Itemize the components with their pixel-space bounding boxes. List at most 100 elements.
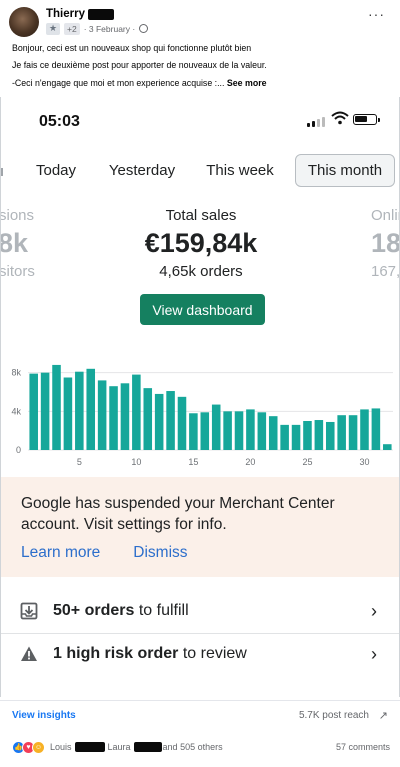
date-range-tabs: Today Yesterday This week This month (1, 154, 399, 188)
arrow-up-right-icon[interactable]: ↗ (379, 709, 388, 722)
chart-bar (223, 411, 232, 450)
reactor-2-name: Laura (107, 742, 131, 752)
signal-icon (307, 117, 325, 127)
chart-bar (200, 412, 210, 450)
chart-bar (268, 416, 278, 450)
y-tick-label: 4k (11, 406, 21, 416)
post-reach[interactable]: 5.7K post reach (299, 710, 369, 721)
chart-bar (257, 412, 267, 450)
post-text-line-3-content: -Ceci n'engage que moi et mon experience… (12, 78, 225, 88)
x-tick-label: 15 (188, 457, 198, 467)
chart-bar (154, 393, 164, 450)
shop-screenshot[interactable]: 05:03 Today Yesterday This week This mon… (0, 97, 400, 697)
author-name[interactable]: Thierry (46, 8, 85, 20)
orders-count: 4,65k orders (159, 263, 243, 280)
wifi-icon (331, 111, 349, 125)
right-kpi-label: Onlin (371, 207, 399, 224)
chart-bar (371, 408, 381, 450)
chart-bar (97, 380, 107, 450)
orders-to-fulfill-rest: to fulfill (134, 602, 189, 619)
y-tick-label: 0 (16, 445, 21, 455)
chart-bar (29, 373, 38, 450)
chart-bar (291, 424, 301, 450)
footer-divider (0, 700, 400, 701)
chart-bar (348, 415, 358, 450)
post-header: Thierry ★ +2 · 3 February · ··· (0, 0, 400, 40)
chart-bar (132, 374, 141, 450)
x-tick-label: 25 (302, 457, 312, 467)
chevron-right-icon: › (371, 643, 377, 664)
comments-count[interactable]: 57 comments (336, 742, 390, 752)
chart-bar (177, 396, 187, 450)
chart-bar (314, 420, 324, 450)
view-insights-link[interactable]: View insights (12, 710, 76, 721)
status-time: 05:03 (39, 113, 80, 130)
chart-bar (120, 383, 130, 450)
merchant-center-alert: Google has suspended your Merchant Cente… (1, 477, 399, 577)
chart-bar (63, 377, 73, 450)
sales-bar-chart: 0 4k 8k 5 10 15 20 25 30 (1, 359, 399, 471)
redacted-surname (74, 742, 105, 752)
reaction-others: and 505 others (162, 742, 223, 752)
chart-bar (360, 409, 369, 450)
total-sales-value: €159,84k (144, 228, 258, 258)
chart-bar (337, 415, 346, 450)
x-tick-label: 30 (359, 457, 369, 467)
high-risk-order-text: 1 high risk order to review (53, 645, 247, 663)
reactor-1-name: Louis (50, 742, 72, 752)
orders-to-fulfill-text: 50+ orders to fulfill (53, 602, 189, 620)
total-sales-label: Total sales (165, 207, 237, 224)
chart-bar (246, 409, 255, 450)
chart-bar (52, 364, 61, 450)
redacted-surname (133, 742, 162, 752)
care-reaction-icon: ☺ (32, 740, 45, 754)
alert-actions: Learn more Dismiss (21, 544, 188, 562)
more-options-icon[interactable]: ··· (368, 7, 385, 21)
tab-this-month[interactable]: This month (295, 154, 395, 187)
redacted-surname (88, 8, 114, 20)
high-risk-order-rest: to review (178, 645, 247, 662)
chart-svg: 0 4k 8k 5 10 15 20 25 30 (11, 364, 393, 467)
chevron-right-icon: › (371, 600, 377, 621)
reactions-summary[interactable]: 👍 ♥ ☺ Louis Laura and 505 others (12, 740, 223, 754)
chart-bar (109, 386, 118, 450)
see-more-link[interactable]: See more (227, 78, 267, 88)
tab-this-week[interactable]: This week (195, 154, 285, 187)
chart-bar (143, 388, 153, 450)
chart-bar (383, 444, 392, 450)
alert-message: Google has suspended your Merchant Cente… (21, 495, 335, 533)
post-text-line-3: -Ceci n'engage que moi et mon experience… (12, 78, 267, 88)
orders-to-fulfill-bold: 50+ orders (53, 602, 135, 619)
high-risk-order-row[interactable]: 1 high risk order to review › (1, 629, 399, 679)
post-text-line-1: Bonjour, ceci est un nouveaux shop qui f… (12, 43, 252, 53)
chart-bar (40, 372, 50, 450)
chart-bar (234, 411, 244, 450)
x-tick-label: 5 (77, 457, 82, 467)
audience-count[interactable]: +2 (64, 22, 80, 35)
dismiss-link[interactable]: Dismiss (133, 544, 187, 562)
author-avatar[interactable] (9, 7, 39, 37)
x-tick-label: 10 (131, 457, 141, 467)
view-dashboard-button[interactable]: View dashboard (140, 294, 265, 325)
chart-bar (325, 421, 335, 450)
tab-today[interactable]: Today (21, 154, 91, 187)
chart-bar (211, 404, 221, 450)
tab-yesterday[interactable]: Yesterday (98, 154, 186, 187)
tab-edge (1, 168, 3, 176)
fulfill-icon (20, 602, 38, 620)
globe-icon (139, 24, 149, 33)
right-kpi-sub: 167,4 (371, 263, 400, 280)
post-text-line-2: Je fais ce deuxième post pour apporter d… (12, 60, 267, 70)
high-risk-order-bold: 1 high risk order (53, 645, 179, 662)
learn-more-link[interactable]: Learn more (21, 544, 100, 562)
y-tick-label: 8k (11, 368, 21, 378)
chart-bar (166, 391, 175, 450)
chart-bar (303, 421, 312, 450)
battery-icon (353, 114, 380, 125)
post-date-text: 3 February (88, 23, 131, 34)
post-date[interactable]: · 3 February · (84, 24, 136, 34)
x-tick-label: 20 (245, 457, 255, 467)
warning-icon (21, 646, 37, 661)
right-kpi-value: 18 (371, 228, 400, 258)
post-meta: ★ +2 · 3 February · (46, 22, 149, 35)
